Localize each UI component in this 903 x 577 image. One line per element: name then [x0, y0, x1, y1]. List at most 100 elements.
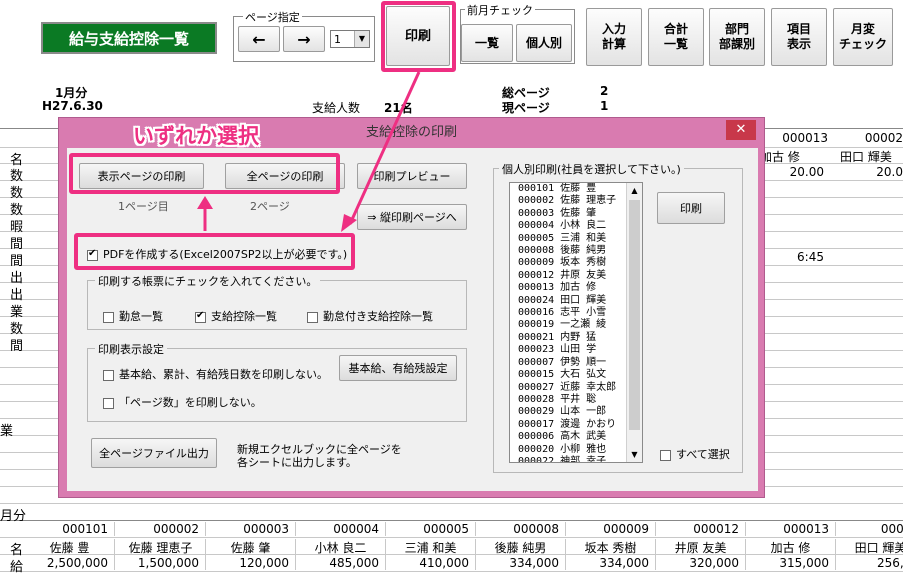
prev-month-group-label: 前月チェック [465, 2, 535, 18]
table-cell: 2,500,000 [25, 556, 115, 570]
prev-page-button[interactable]: ← [238, 26, 280, 52]
chevron-down-icon[interactable]: ▼ [354, 31, 369, 47]
employee-list-item[interactable]: 000021 内野 猛 [510, 332, 642, 344]
print-button-highlight [381, 1, 456, 72]
employee-list-item[interactable]: 000008 後藤 純男 [510, 245, 642, 257]
employee-list-item[interactable]: 000023 山田 学 [510, 344, 642, 356]
no-base-salary-checkbox[interactable]: 基本給、累計、有給残日数を印刷しない。 [103, 366, 328, 382]
page-label-2: 2ページ [250, 200, 290, 213]
grid-line [0, 537, 903, 538]
employee-list-item[interactable]: 000015 大石 弘文 [510, 369, 642, 381]
no-page-count-checkbox[interactable]: 「ページ数」を印刷しない。 [103, 394, 262, 410]
display-settings-group-label: 印刷表示設定 [95, 341, 167, 357]
all-pages-file-output-button[interactable]: 全ページファイル出力 [91, 438, 217, 468]
dialog-body: 表示ページの印刷 全ページの印刷 1ページ目 2ページ 印刷プレビュー ⇒ 縦印… [67, 148, 758, 491]
current-page-value: 1 [600, 99, 609, 113]
employee-list-item[interactable]: 000004 小林 良二 [510, 220, 642, 232]
sheet-code-cell: 00002 [864, 131, 903, 145]
scrollbar[interactable]: ▲ ▼ [626, 183, 642, 462]
table-cell: 三浦 和美 [386, 539, 476, 556]
checkbox-icon[interactable] [307, 311, 318, 323]
total-pages-value: 2 [600, 84, 609, 98]
employee-list-item[interactable]: 000003 佐藤 肇 [510, 208, 642, 220]
employee-list-item[interactable]: 000027 近藤 幸太郎 [510, 382, 642, 394]
table-cell: 410,000 [386, 556, 476, 570]
grid-line [0, 520, 903, 521]
form-attendance-payment-checkbox[interactable]: 勤怠付き支給控除一覧 [307, 308, 433, 324]
employee-list-item[interactable]: 000016 志平 小雪 [510, 307, 642, 319]
scroll-up-icon[interactable]: ▲ [627, 183, 642, 198]
employee-list-item[interactable]: 000028 平井 聡 [510, 394, 642, 406]
base-salary-setting-button[interactable]: 基本給、有給残設定 [339, 355, 457, 381]
employee-list-item[interactable]: 000029 山本 一郎 [510, 406, 642, 418]
vertical-print-button[interactable]: ⇒ 縦印刷ページへ [357, 204, 467, 230]
table-cell: 000003 [206, 522, 296, 536]
employee-list-item[interactable]: 000002 佐藤 理恵子 [510, 195, 642, 207]
total-list-button[interactable]: 合計 一覧 [648, 8, 704, 66]
table-cell: 000005 [386, 522, 476, 536]
checkbox-icon[interactable] [660, 449, 671, 461]
title-button[interactable]: 給与支給控除一覧 [41, 22, 217, 54]
item-display-button[interactable]: 項目 表示 [771, 8, 827, 66]
scroll-down-icon[interactable]: ▼ [627, 447, 642, 462]
employee-list-item[interactable]: 000022 神部 幸子 [510, 456, 642, 462]
file-output-note: 新規エクセルブックに全ページを 各シートに出力します。 [237, 443, 402, 469]
sheet-value-cell: 6:45 [797, 250, 824, 264]
table-cell: 000012 [656, 522, 746, 536]
input-calc-button[interactable]: 入力 計算 [586, 8, 642, 66]
employee-list-item[interactable]: 000020 小柳 雅也 [510, 444, 642, 456]
button-group-highlight [69, 153, 340, 194]
table-cell: 120,000 [206, 556, 296, 570]
page-select[interactable]: 1 ▼ [330, 30, 370, 48]
table-cell: 320,000 [656, 556, 746, 570]
individual-print-group-label: 個人別印刷(社員を選択して下さい。) [499, 161, 684, 177]
sheet-row-label: 間 [10, 339, 24, 354]
employee-list-item[interactable]: 000009 坂本 秀樹 [510, 257, 642, 269]
employee-list-item[interactable]: 000006 高木 武美 [510, 431, 642, 443]
table-cell: 334,000 [476, 556, 566, 570]
checkbox-icon[interactable] [103, 397, 114, 409]
form-payment-checkbox[interactable]: 支給控除一覧 [195, 308, 277, 324]
employee-list-item[interactable]: 000101 佐藤 豊 [510, 183, 642, 195]
select-all-checkbox[interactable]: すべて選択 [660, 446, 730, 462]
form-attendance-payment-label: 勤怠付き支給控除一覧 [323, 310, 433, 323]
table-cell: 256,00 [836, 556, 903, 570]
list-button[interactable]: 一覧 [461, 24, 513, 62]
table-cell: 後藤 純男 [476, 539, 566, 556]
table-cell: 000009 [566, 522, 656, 536]
page-select-value: 1 [334, 33, 341, 46]
employee-list-item[interactable]: 000013 加古 修 [510, 282, 642, 294]
checkbox-icon[interactable] [103, 369, 114, 381]
monthly-change-button[interactable]: 月変 チェック [833, 8, 893, 66]
next-page-button[interactable]: → [283, 26, 325, 52]
close-icon[interactable]: ✕ [726, 120, 756, 140]
employee-list-item[interactable]: 000007 伊勢 順一 [510, 357, 642, 369]
table-cell: 00002 [836, 522, 903, 536]
employee-list[interactable]: 000101 佐藤 豊 000002 佐藤 理恵子 000003 佐藤 肇 00000… [509, 182, 643, 463]
current-page-label: 現ページ [502, 101, 550, 115]
scroll-thumb[interactable] [629, 200, 640, 430]
sheet-value-cell: 20.00 [789, 165, 824, 179]
employee-list-item[interactable]: 000017 渡邊 かおり [510, 419, 642, 431]
employee-list-item[interactable]: 000019 一之瀬 綾 [510, 319, 642, 331]
table-cell: 佐藤 理恵子 [116, 539, 206, 556]
dept-button[interactable]: 部門 部課別 [709, 8, 765, 66]
employee-list-item[interactable]: 000024 田口 輝美 [510, 295, 642, 307]
form-attendance-label: 勤怠一覧 [119, 310, 163, 323]
table-cell: 佐藤 豊 [25, 539, 115, 556]
form-attendance-checkbox[interactable]: 勤怠一覧 [103, 308, 163, 324]
page-select-group-label: ページ指定 [243, 9, 302, 25]
employee-list-item[interactable]: 000012 井原 友美 [510, 270, 642, 282]
select-all-label: すべて選択 [676, 448, 730, 461]
table-cell: 1,500,000 [116, 556, 206, 570]
checkbox-icon[interactable] [103, 311, 114, 323]
checkbox-icon[interactable] [195, 310, 206, 323]
employee-list-item[interactable]: 000005 三浦 和美 [510, 233, 642, 245]
pdf-checkbox-highlight [74, 233, 355, 270]
table-cell: 佐藤 肇 [206, 539, 296, 556]
individual-button[interactable]: 個人別 [516, 24, 572, 62]
individual-print-button[interactable]: 印刷 [657, 192, 725, 224]
page-label-1: 1ページ目 [118, 200, 169, 213]
forms-group-label: 印刷する帳票にチェックを入れてください。 [95, 273, 321, 289]
print-preview-button[interactable]: 印刷プレビュー [357, 163, 467, 189]
